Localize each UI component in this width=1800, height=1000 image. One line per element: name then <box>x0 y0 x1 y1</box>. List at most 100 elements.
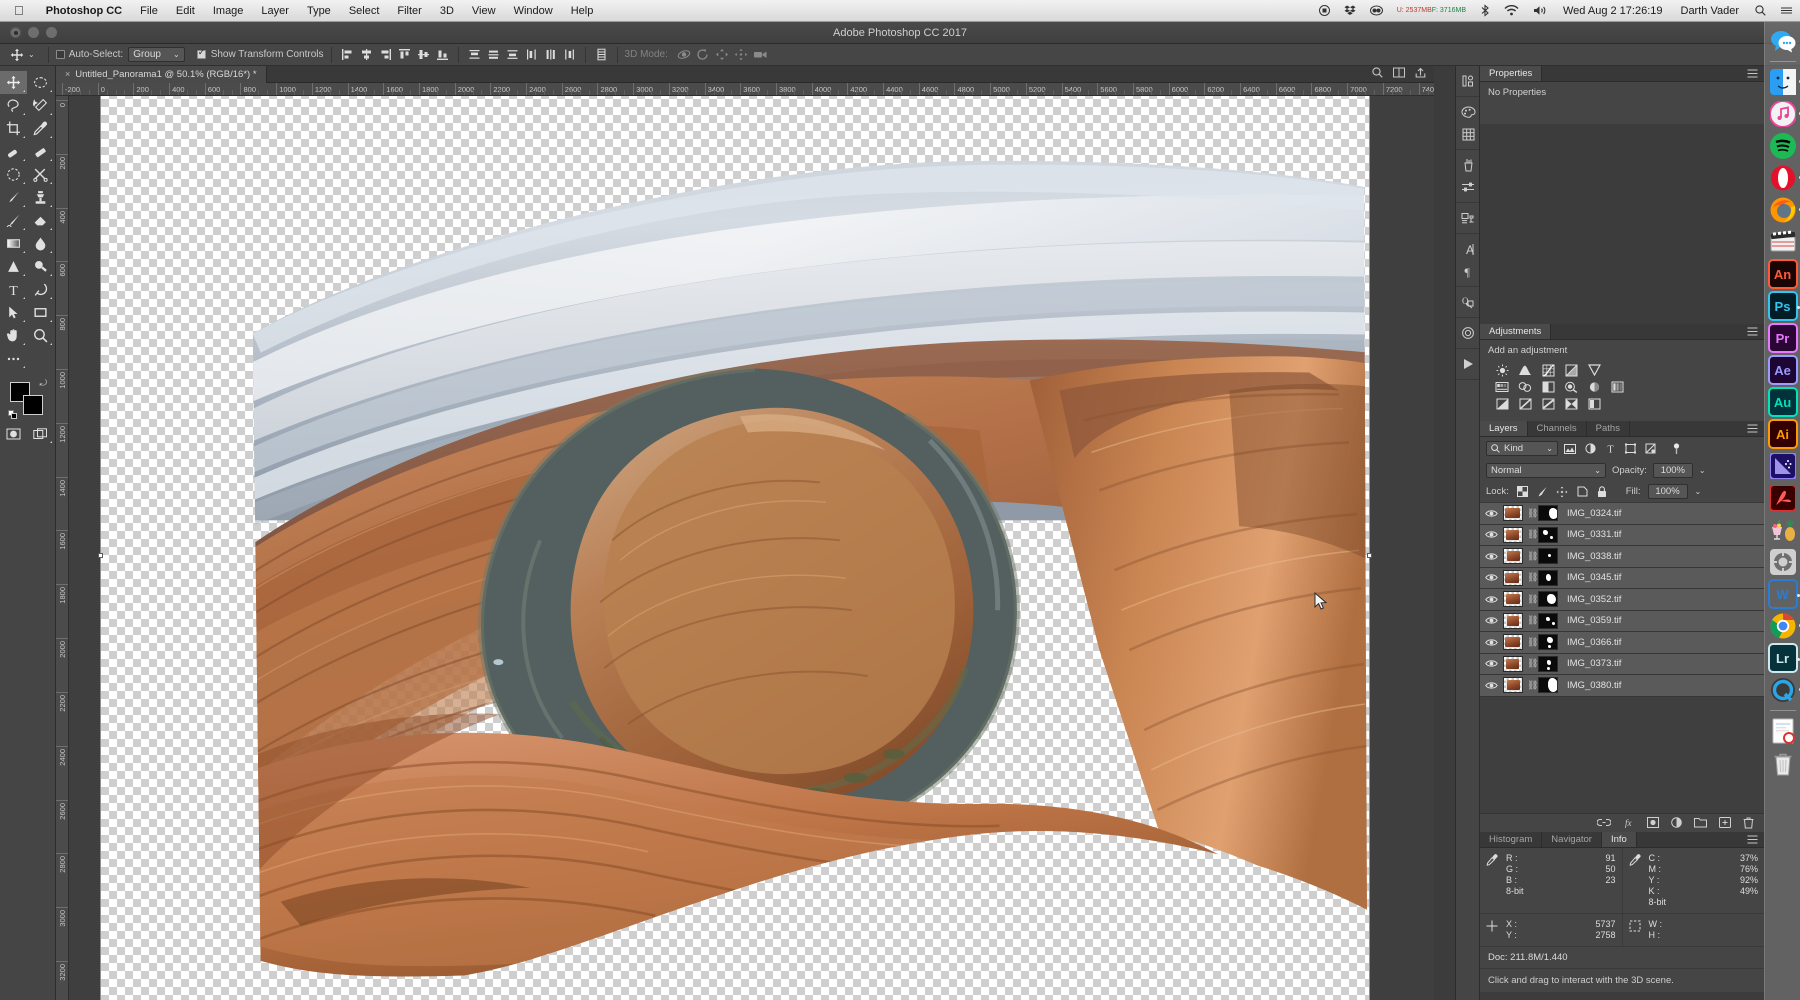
firefox-dock-icon[interactable] <box>1768 195 1800 225</box>
vibrance-icon[interactable] <box>1586 363 1602 377</box>
panel-menu-icon[interactable] <box>1741 324 1764 339</box>
layer-thumbnail[interactable] <box>1503 548 1523 565</box>
close-icon[interactable]: × <box>65 69 70 79</box>
align-right-edges-icon[interactable] <box>377 46 394 63</box>
wifi-icon[interactable] <box>1497 5 1526 16</box>
transform-handle-middle-right[interactable] <box>1367 553 1372 558</box>
layer-mask-thumbnail[interactable] <box>1538 677 1558 694</box>
chevron-down-icon[interactable]: ⌄ <box>28 50 35 59</box>
healing-brush-tool[interactable] <box>0 140 27 163</box>
layer-link-icon[interactable]: ⛓ <box>1527 551 1538 562</box>
table-row[interactable]: ⛓ IMG_0380.tif <box>1480 675 1764 697</box>
crop-tool[interactable] <box>0 117 27 140</box>
menubar-clock[interactable]: Wed Aug 2 17:26:19 <box>1554 0 1672 22</box>
record-icon[interactable] <box>1312 5 1337 16</box>
color-lookup-icon[interactable] <box>1609 380 1625 394</box>
menu-3d[interactable]: 3D <box>431 0 463 22</box>
actions-icon[interactable] <box>1456 353 1480 375</box>
new-adjustment-layer-icon[interactable] <box>1671 817 1682 828</box>
filter-enable-toggle-icon[interactable] <box>1668 441 1684 456</box>
premiere-dock-icon[interactable]: Pr <box>1767 323 1798 353</box>
paragraph-icon[interactable]: ¶ <box>1456 260 1480 282</box>
quick-selection-tool[interactable] <box>27 94 54 117</box>
brush-settings-icon[interactable] <box>1456 176 1480 198</box>
bluetooth-icon[interactable] <box>1473 4 1497 17</box>
transform-handle-middle-left[interactable] <box>98 553 103 558</box>
quick-mask-icon[interactable] <box>0 422 27 445</box>
lock-image-pixels-icon[interactable] <box>1536 485 1549 498</box>
layer-thumbnail[interactable] <box>1503 612 1523 629</box>
lock-all-icon[interactable] <box>1596 485 1609 498</box>
layer-thumbnail[interactable] <box>1503 526 1523 543</box>
blend-mode-dropdown[interactable]: Normal ⌄ <box>1486 463 1606 478</box>
dimension-dock-icon[interactable] <box>1768 451 1798 481</box>
color-icon[interactable] <box>1456 101 1480 123</box>
zoom-tool[interactable] <box>27 324 54 347</box>
invert-icon[interactable] <box>1494 397 1510 411</box>
lasso-tool[interactable] <box>0 94 27 117</box>
tab-properties[interactable]: Properties <box>1480 66 1543 81</box>
menu-file[interactable]: File <box>131 0 167 22</box>
threshold-icon[interactable] <box>1540 397 1556 411</box>
hue-saturation-icon[interactable] <box>1494 380 1510 394</box>
tab-histogram[interactable]: Histogram <box>1480 831 1543 847</box>
character-icon[interactable]: A <box>1456 238 1480 260</box>
layer-name[interactable]: IMG_0373.tif <box>1562 658 1621 669</box>
distribute-left-edges-icon[interactable] <box>523 46 540 63</box>
menu-help[interactable]: Help <box>562 0 603 22</box>
layer-name[interactable]: IMG_0366.tif <box>1562 637 1621 648</box>
layer-visibility-toggle[interactable] <box>1483 570 1499 586</box>
background-color-swatch[interactable] <box>23 395 43 415</box>
screen-mode-icon[interactable] <box>27 422 54 445</box>
slide-3d-icon[interactable] <box>733 46 750 63</box>
default-colors-icon[interactable] <box>8 410 17 419</box>
layer-list-empty-space[interactable] <box>1480 696 1764 813</box>
eraser-tool[interactable] <box>27 140 54 163</box>
menu-image[interactable]: Image <box>204 0 253 22</box>
illustrator-dock-icon[interactable]: Ai <box>1767 419 1798 449</box>
apple-icon[interactable]:  <box>0 4 37 17</box>
clone-stamp-tool[interactable] <box>27 186 54 209</box>
distribute-vertical-centers-icon[interactable] <box>485 46 502 63</box>
patch-tool[interactable] <box>0 163 27 186</box>
layer-visibility-toggle[interactable] <box>1483 656 1499 672</box>
menu-window[interactable]: Window <box>505 0 562 22</box>
distribute-horizontal-centers-icon[interactable] <box>542 46 559 63</box>
roll-3d-icon[interactable] <box>695 46 712 63</box>
align-vertical-centers-icon[interactable] <box>415 46 432 63</box>
dropbox-icon[interactable] <box>1337 5 1363 16</box>
word-dock-icon[interactable]: W <box>1767 579 1800 609</box>
table-row[interactable]: ⛓ IMG_0366.tif <box>1480 632 1764 654</box>
tab-layers[interactable]: Layers <box>1480 421 1528 436</box>
layer-mask-thumbnail[interactable] <box>1538 526 1558 543</box>
layer-name[interactable]: IMG_0380.tif <box>1562 680 1621 691</box>
menu-app-name[interactable]: Photoshop CC <box>37 0 131 22</box>
eraser-alt-tool[interactable] <box>27 209 54 232</box>
layer-mask-thumbnail[interactable] <box>1538 591 1558 608</box>
layer-mask-thumbnail[interactable] <box>1538 634 1558 651</box>
close-window-button[interactable] <box>10 27 21 38</box>
layer-name[interactable]: IMG_0352.tif <box>1562 594 1621 605</box>
align-horizontal-centers-icon[interactable] <box>358 46 375 63</box>
history-brush-tool[interactable] <box>0 209 27 232</box>
orbit-3d-icon[interactable] <box>676 46 693 63</box>
volume-icon[interactable] <box>1526 5 1554 16</box>
layer-list[interactable]: ⛓ IMG_0324.tif ⛓ IMG_0331.tif ⛓ IMG_0338.tif ⛓… <box>1480 503 1764 697</box>
brush-tool[interactable] <box>0 186 27 209</box>
layer-link-icon[interactable]: ⛓ <box>1527 658 1538 669</box>
tab-channels[interactable]: Channels <box>1528 421 1587 436</box>
layer-name[interactable]: IMG_0324.tif <box>1562 508 1621 519</box>
layer-thumbnail[interactable] <box>1503 591 1523 608</box>
fruit-dock-icon[interactable] <box>1768 515 1798 545</box>
align-top-edges-icon[interactable] <box>396 46 413 63</box>
photoshop-dock-icon[interactable]: Ps <box>1767 291 1800 321</box>
system-preferences-dock-icon[interactable] <box>1768 547 1798 577</box>
pen-tool[interactable] <box>27 278 54 301</box>
layer-name[interactable]: IMG_0338.tif <box>1562 551 1621 562</box>
layer-thumbnail[interactable] <box>1503 505 1523 522</box>
blur-tool[interactable] <box>27 232 54 255</box>
panel-menu-icon[interactable] <box>1741 421 1764 436</box>
control-center-icon[interactable] <box>1773 5 1800 16</box>
menu-edit[interactable]: Edit <box>167 0 204 22</box>
arrange-documents-icon[interactable] <box>1393 67 1405 81</box>
